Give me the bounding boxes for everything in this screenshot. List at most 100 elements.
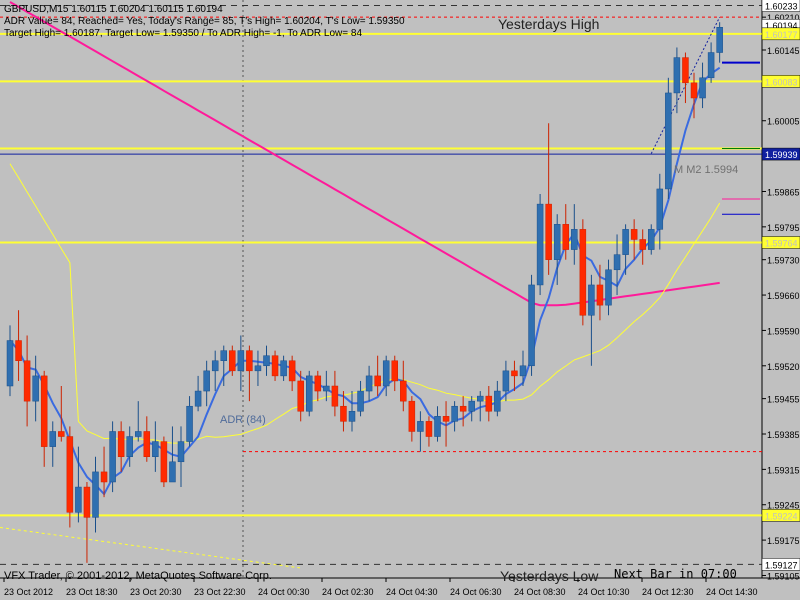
candle-body xyxy=(562,224,569,250)
candle-body xyxy=(92,471,99,518)
candle-body xyxy=(588,284,595,316)
candle-body xyxy=(314,375,322,392)
price-chart[interactable]: GBPUSD,M15 1.60115 1.60204 1.60115 1.601… xyxy=(0,0,800,600)
candle-body xyxy=(682,57,689,84)
time-tick-label: 24 Oct 14:30 xyxy=(706,587,758,597)
candle-body xyxy=(117,431,125,457)
price-tag-label: 1.60233 xyxy=(765,2,798,12)
candle-body xyxy=(468,400,475,412)
yesterdays-low-label: Yesterdays Low xyxy=(500,568,599,584)
candle-body xyxy=(605,269,612,306)
candle-body xyxy=(211,360,219,372)
price-tag-label: 1.59127 xyxy=(765,560,798,570)
candle-body xyxy=(648,229,655,250)
adr-label: ADR (84) xyxy=(220,414,266,426)
candle-body xyxy=(143,431,151,457)
candle-body xyxy=(494,390,501,412)
candle-body xyxy=(83,486,91,518)
time-tick-label: 24 Oct 10:30 xyxy=(578,587,630,597)
candle-body xyxy=(340,405,347,422)
candle-body xyxy=(408,400,416,432)
candle-body xyxy=(126,436,133,457)
candle-body xyxy=(502,370,510,392)
candle-body xyxy=(707,52,715,79)
candle-body xyxy=(23,360,31,402)
candle-body xyxy=(536,203,544,286)
candle-body xyxy=(58,431,65,437)
candle-body xyxy=(382,360,390,387)
candle-body xyxy=(15,340,22,361)
candle-body xyxy=(417,421,424,432)
candle-body xyxy=(630,229,638,240)
candle-body xyxy=(177,441,185,463)
candle-body xyxy=(528,284,535,367)
time-tick-label: 24 Oct 00:30 xyxy=(258,587,310,597)
candle-body xyxy=(391,360,398,382)
candle-body xyxy=(519,365,527,377)
candle-body xyxy=(169,461,176,483)
target-info: Target High= 1.60187, Target Low= 1.5935… xyxy=(4,28,362,39)
candle-body xyxy=(690,82,698,99)
chart-window[interactable]: GBPUSD,M15 1.60115 1.60204 1.60115 1.601… xyxy=(0,0,800,600)
candle-body xyxy=(571,229,578,250)
candle-body xyxy=(639,239,646,250)
candle-body xyxy=(374,375,381,387)
candle-body xyxy=(203,370,210,392)
candle-body xyxy=(297,380,304,412)
yesterdays-high-label: Yesterdays High xyxy=(498,16,599,32)
candle-body xyxy=(553,224,561,260)
candle-body xyxy=(66,436,74,513)
candle-body xyxy=(425,421,433,437)
candle-body xyxy=(434,416,441,437)
time-tick-label: 23 Oct 18:30 xyxy=(66,587,118,597)
candle-body xyxy=(32,375,39,402)
time-tick-label: 24 Oct 08:30 xyxy=(514,587,566,597)
candle-body xyxy=(109,431,116,483)
candle-body xyxy=(357,390,364,412)
candle-body xyxy=(511,370,518,377)
price-tick-label: 1.60005 xyxy=(767,117,800,127)
candle-body xyxy=(348,411,356,422)
candle-body xyxy=(263,355,270,367)
time-tick-label: 23 Oct 2012 xyxy=(4,587,53,597)
price-tick-label: 1.59455 xyxy=(767,395,800,405)
candle-body xyxy=(579,229,587,316)
candle-body xyxy=(246,350,253,372)
candle-body xyxy=(451,405,458,422)
copyright-text: VFX Trader, © 2001-2012, MetaQuotes Soft… xyxy=(4,570,272,582)
candle-body xyxy=(152,441,159,457)
price-tick-label: 1.59385 xyxy=(767,430,800,440)
price-tick-label: 1.59795 xyxy=(767,223,800,233)
mm2-label: M M2 1.5994 xyxy=(674,164,738,176)
candle-body xyxy=(75,486,82,513)
candle-body xyxy=(271,355,279,377)
price-tick-label: 1.59315 xyxy=(767,465,800,475)
price-tick-label: 1.59175 xyxy=(767,536,800,546)
candle-body xyxy=(596,284,604,306)
symbol-header: GBPUSD,M15 1.60115 1.60204 1.60115 1.601… xyxy=(4,4,223,15)
candle-body xyxy=(665,92,672,190)
price-tick-label: 1.59730 xyxy=(767,256,800,266)
candle-body xyxy=(331,385,339,407)
time-tick-label: 23 Oct 20:30 xyxy=(130,587,182,597)
price-tick-label: 1.59105 xyxy=(767,571,800,581)
candle-body xyxy=(237,350,245,372)
candle-body xyxy=(716,27,723,53)
candle-body xyxy=(323,385,330,392)
candle-body xyxy=(485,395,493,412)
candle-body xyxy=(365,375,373,392)
candle-body xyxy=(622,229,629,255)
time-tick-label: 24 Oct 06:30 xyxy=(450,587,502,597)
price-tick-label: 1.59590 xyxy=(767,326,800,336)
time-tick-label: 24 Oct 04:30 xyxy=(386,587,438,597)
price-tick-label: 1.59520 xyxy=(767,362,800,372)
candle-body xyxy=(280,360,287,377)
candle-body xyxy=(400,380,407,402)
candle-body xyxy=(442,416,450,422)
price-tick-label: 1.59660 xyxy=(767,291,800,301)
price-tick-label: 1.59865 xyxy=(767,187,800,197)
price-tag-label: 1.59764 xyxy=(765,239,798,249)
candle-body xyxy=(40,375,48,447)
candle-body xyxy=(220,350,227,361)
price-tag-label: 1.60177 xyxy=(765,30,798,40)
